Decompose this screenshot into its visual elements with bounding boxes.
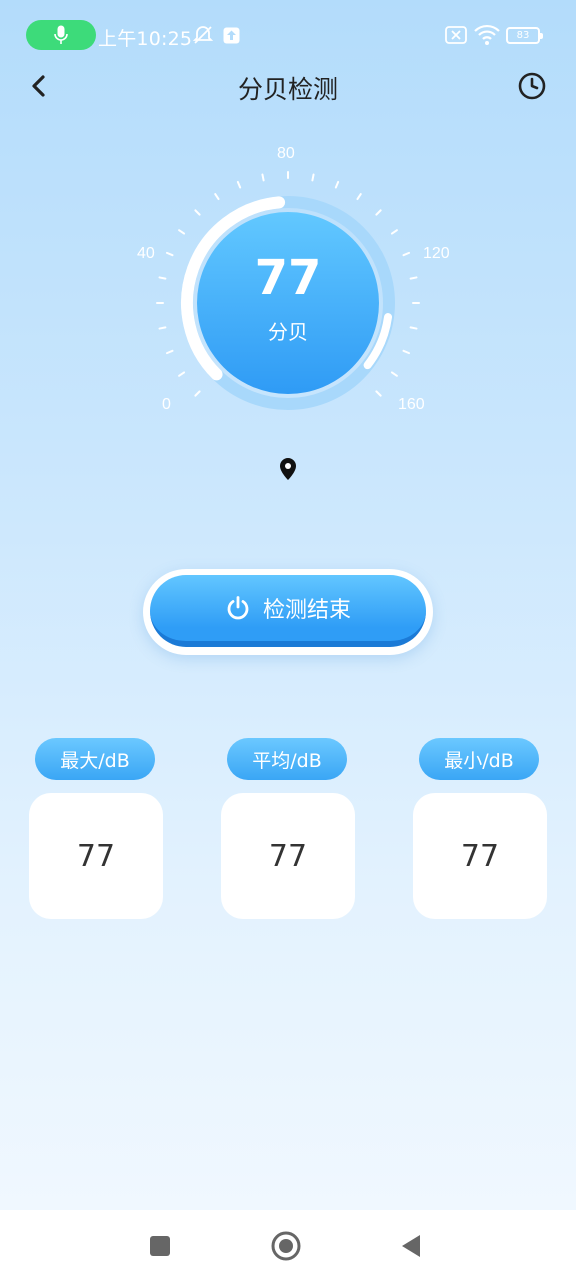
location-pin-icon[interactable] — [276, 456, 300, 484]
system-nav-bar — [0, 1210, 576, 1280]
gauge-tick — [390, 371, 398, 377]
gauge-tick — [178, 371, 186, 377]
decibel-gauge: 0 40 80 120 160 77 分贝 — [0, 130, 576, 430]
microphone-icon — [54, 25, 68, 44]
page-title: 分贝检测 — [237, 75, 338, 104]
clock-icon[interactable] — [514, 68, 550, 104]
gauge-tick — [261, 173, 265, 182]
gauge-tick — [214, 193, 220, 201]
scale-label-40: 40 — [137, 245, 155, 262]
gauge-tick — [409, 276, 418, 280]
power-icon — [227, 596, 249, 620]
gauge-tick — [236, 180, 242, 189]
stop-button-label: 检测结束 — [262, 598, 351, 623]
gauge-tick — [402, 251, 411, 257]
gauge-tick — [334, 180, 340, 189]
stat-min-value: 77 — [413, 793, 547, 919]
no-sim-icon — [445, 26, 467, 44]
microphone-indicator[interactable] — [26, 20, 96, 50]
status-bar: 上午10:25 83 — [0, 0, 576, 70]
gauge-tick — [158, 326, 167, 330]
decibel-value: 77 — [254, 250, 322, 306]
header: 分贝检测 — [0, 62, 576, 110]
gauge-tick — [165, 349, 174, 355]
stop-detection-button[interactable]: 检测结束 — [150, 575, 426, 647]
gauge-tick — [158, 276, 167, 280]
stat-avg-label: 平均/dB — [227, 738, 347, 780]
scale-label-0: 0 — [162, 396, 171, 413]
gauge-tick — [390, 229, 398, 235]
gauge-tick — [165, 251, 174, 257]
gauge-tick — [178, 229, 186, 235]
stat-avg-value: 77 — [221, 793, 355, 919]
stat-max-value: 77 — [29, 793, 163, 919]
mute-bell-icon — [192, 26, 214, 44]
gauge-tick — [356, 193, 362, 201]
square-icon[interactable] — [144, 1230, 176, 1262]
scale-label-160: 160 — [398, 396, 425, 413]
gauge-tick — [194, 209, 201, 216]
decibel-unit: 分贝 — [268, 320, 308, 344]
back-triangle-icon[interactable] — [396, 1230, 428, 1262]
battery-level: 83 — [516, 30, 530, 41]
stat-min-label: 最小/dB — [419, 738, 539, 780]
gauge-tick — [375, 390, 382, 397]
scale-label-120: 120 — [423, 245, 450, 262]
stat-max-label: 最大/dB — [35, 738, 155, 780]
upload-icon — [223, 27, 240, 44]
status-time: 上午10:25 — [98, 28, 193, 50]
gauge-tick — [375, 209, 382, 216]
gauge-tick — [409, 326, 418, 330]
gauge-tick — [402, 349, 411, 355]
scale-label-80: 80 — [277, 145, 295, 162]
gauge-tick — [194, 390, 201, 397]
wifi-icon — [474, 24, 500, 45]
stop-button-frame: 检测结束 — [143, 569, 433, 655]
home-circle-icon[interactable] — [270, 1230, 302, 1262]
battery-icon: 83 — [506, 27, 543, 44]
gauge-tick — [311, 173, 315, 182]
